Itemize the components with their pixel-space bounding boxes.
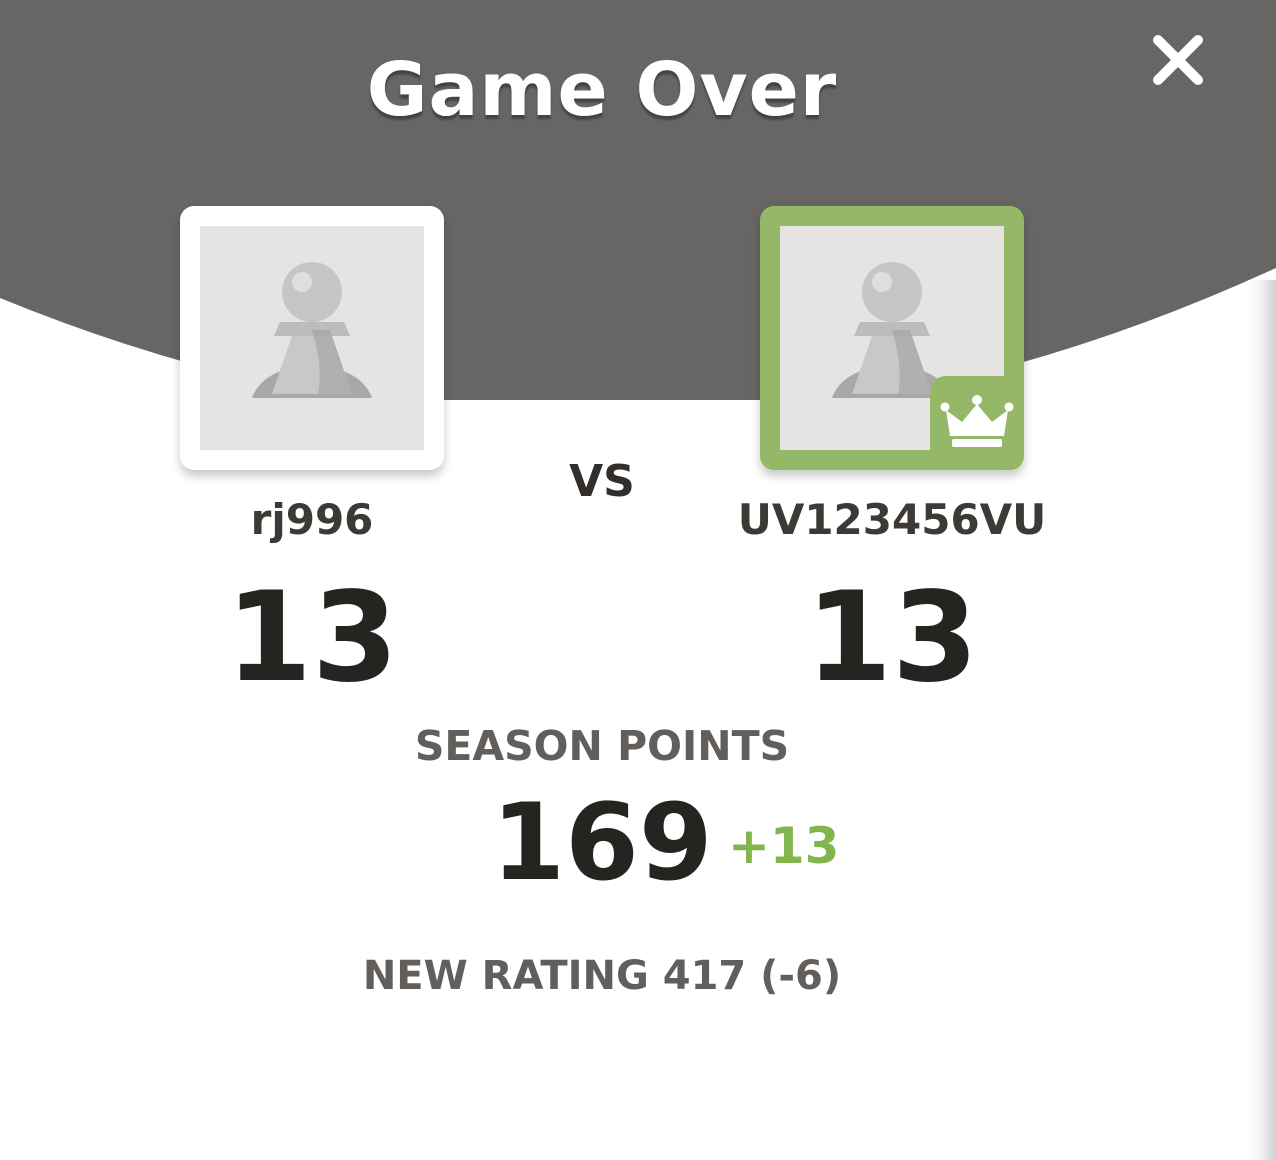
close-icon [1153, 35, 1203, 85]
player-username-left[interactable]: rj996 [110, 490, 514, 550]
crown-icon [940, 395, 1014, 447]
modal-title: Game Over [366, 47, 838, 133]
player-username-right[interactable]: UV123456VU [680, 490, 1104, 550]
player-avatar-right[interactable] [760, 206, 1024, 470]
player-score-right: 13 [805, 566, 979, 710]
season-points-value: 169 [491, 781, 713, 904]
versus-label: VS [569, 456, 635, 507]
season-points-delta: +13 [728, 817, 840, 875]
avatar-image [200, 226, 424, 450]
close-button[interactable] [1148, 30, 1208, 90]
season-points-label: SEASON POINTS [414, 722, 790, 770]
panel-edge-shadow [1248, 280, 1276, 1160]
player-avatar-left[interactable] [180, 206, 444, 470]
winner-badge [930, 376, 1024, 470]
pawn-icon [252, 262, 372, 398]
game-over-modal: Game Over VS rj996 UV123456VU 13 13 SEAS… [0, 0, 1276, 1160]
player-score-left: 13 [225, 566, 399, 710]
new-rating-text: NEW RATING 417 (-6) [362, 953, 842, 999]
